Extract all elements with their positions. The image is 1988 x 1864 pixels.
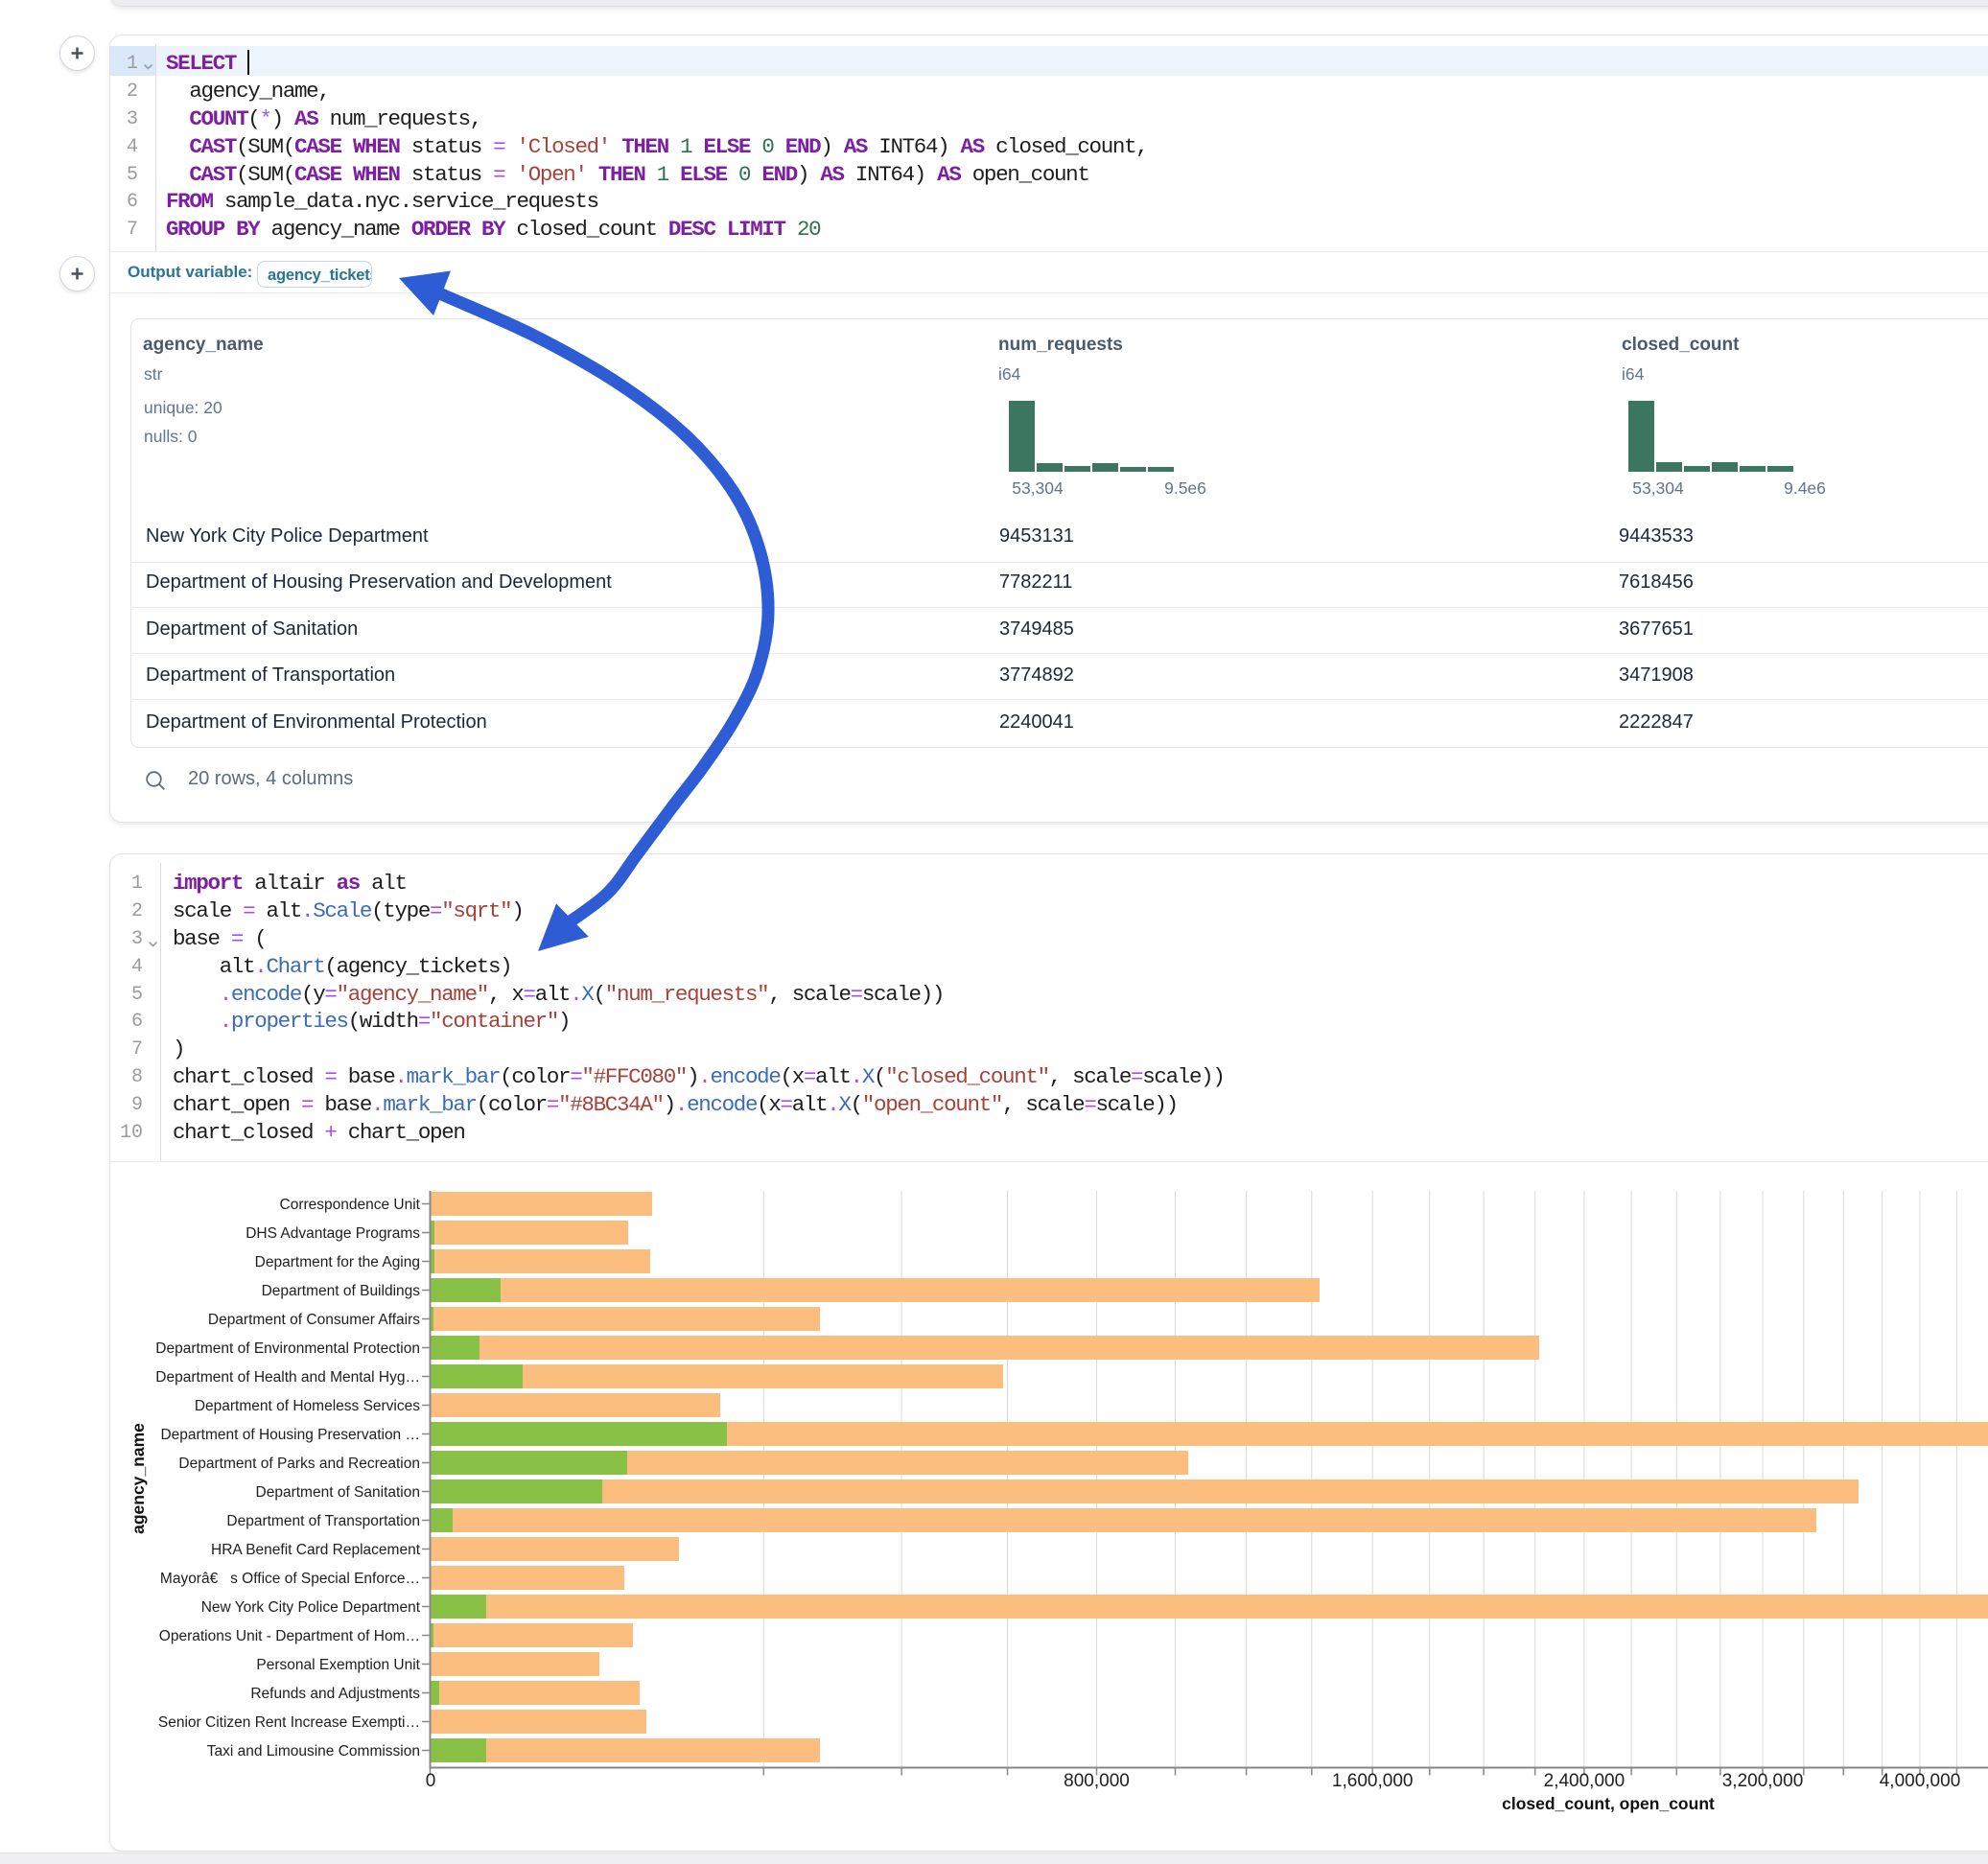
svg-text:Department of Homeless Service: Department of Homeless Services: [195, 1398, 420, 1414]
svg-text:Senior Citizen Rent Increase E: Senior Citizen Rent Increase Exempti…: [158, 1714, 420, 1731]
svg-text:agency_name: agency_name: [129, 1423, 148, 1534]
svg-text:DHS Advantage Programs: DHS Advantage Programs: [246, 1225, 420, 1242]
svg-text:4,000,000: 4,000,000: [1880, 1771, 1961, 1791]
svg-text:Department of Parks and Recrea: Department of Parks and Recreation: [178, 1456, 420, 1472]
svg-text:HRA Benefit Card Replacement: HRA Benefit Card Replacement: [211, 1542, 421, 1558]
svg-text:Department of Housing Preserva: Department of Housing Preservation …: [160, 1427, 420, 1443]
svg-text:Department of Consumer Affairs: Department of Consumer Affairs: [208, 1312, 420, 1328]
svg-text:3,200,000: 3,200,000: [1722, 1771, 1804, 1791]
svg-text:Department of Transportation: Department of Transportation: [226, 1513, 420, 1529]
svg-text:1,600,000: 1,600,000: [1332, 1771, 1414, 1791]
svg-text:Department of Health and Menta: Department of Health and Mental Hyg…: [155, 1369, 420, 1386]
svg-text:New York City Police Departmen: New York City Police Department: [201, 1599, 421, 1616]
svg-text:0: 0: [426, 1771, 436, 1791]
svg-text:Correspondence Unit: Correspondence Unit: [280, 1197, 421, 1213]
svg-text:Operations Unit - Department o: Operations Unit - Department of Hom…: [159, 1628, 420, 1644]
svg-text:Department for the Aging: Department for the Aging: [255, 1254, 420, 1270]
svg-text:Department of Buildings: Department of Buildings: [262, 1283, 421, 1299]
svg-text:Mayorâ€ s Office of Special: Mayorâ€ s Office of Special Enforce…: [160, 1571, 420, 1587]
svg-text:Department of Sanitation: Department of Sanitation: [256, 1484, 420, 1501]
svg-text:800,000: 800,000: [1064, 1771, 1130, 1791]
svg-text:Taxi and Limousine Commission: Taxi and Limousine Commission: [207, 1743, 420, 1759]
svg-text:Personal Exemption Unit: Personal Exemption Unit: [256, 1657, 420, 1673]
svg-text:2,400,000: 2,400,000: [1544, 1771, 1625, 1791]
svg-text:closed_count, open_count: closed_count, open_count: [1502, 1794, 1715, 1813]
svg-text:Department of Environmental Pr: Department of Environmental Protection: [155, 1340, 420, 1357]
svg-text:Refunds and Adjustments: Refunds and Adjustments: [250, 1686, 420, 1702]
